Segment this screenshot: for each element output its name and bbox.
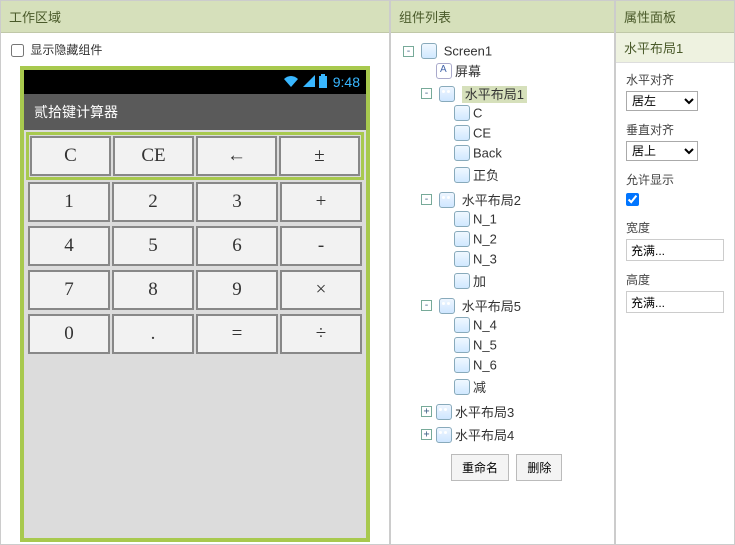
tree-screen1[interactable]: Screen1 bbox=[444, 44, 492, 59]
toggle-layout1[interactable]: - bbox=[421, 88, 432, 99]
calc-key-3[interactable]: 3 bbox=[196, 182, 278, 222]
delete-button[interactable]: 删除 bbox=[516, 454, 562, 481]
comp-icon bbox=[454, 317, 470, 333]
props-target: 水平布局1 bbox=[616, 33, 734, 63]
width-label: 宽度 bbox=[626, 219, 724, 236]
tree-n3[interactable]: N_3 bbox=[473, 252, 497, 267]
calc-key-minus[interactable]: - bbox=[280, 226, 362, 266]
show-hidden-row: 显示隐藏组件 bbox=[11, 41, 379, 58]
tree-layout5[interactable]: 水平布局5 bbox=[462, 299, 521, 314]
calc-key-plusminus[interactable]: ± bbox=[279, 136, 360, 176]
comp-icon bbox=[454, 125, 470, 141]
tree-n2[interactable]: N_2 bbox=[473, 232, 497, 247]
tree-n1[interactable]: N_1 bbox=[473, 212, 497, 227]
tree-add[interactable]: 加 bbox=[473, 274, 486, 289]
tree-pm[interactable]: 正负 bbox=[473, 168, 499, 183]
tree-c[interactable]: C bbox=[473, 106, 482, 121]
layout-icon bbox=[439, 298, 455, 314]
calc-key-9[interactable]: 9 bbox=[196, 270, 278, 310]
app-title-bar: 贰拾键计算器 bbox=[24, 94, 366, 130]
screen-empty-area bbox=[26, 356, 364, 536]
comp-icon bbox=[454, 379, 470, 395]
component-tree: - Screen1 屏幕 - 水平布局1 C CE Back bbox=[391, 33, 614, 544]
calc-key-plus[interactable]: + bbox=[280, 182, 362, 222]
comp-icon bbox=[454, 251, 470, 267]
tree-back[interactable]: Back bbox=[473, 146, 502, 161]
comp-icon bbox=[454, 145, 470, 161]
calc-row-1[interactable]: 1 2 3 + bbox=[26, 180, 364, 224]
comp-icon bbox=[454, 105, 470, 121]
tree-layout4[interactable]: 水平布局4 bbox=[455, 428, 514, 443]
tree-layout2[interactable]: 水平布局2 bbox=[462, 193, 521, 208]
allow-show-checkbox[interactable] bbox=[626, 193, 639, 206]
comp-icon bbox=[454, 231, 470, 247]
height-input[interactable] bbox=[626, 291, 724, 313]
calc-row-2[interactable]: 4 5 6 - bbox=[26, 224, 364, 268]
valign-select[interactable]: 居上 bbox=[626, 141, 698, 161]
calc-key-0[interactable]: 0 bbox=[28, 314, 110, 354]
calc-key-ce[interactable]: CE bbox=[113, 136, 194, 176]
height-label: 高度 bbox=[626, 271, 724, 288]
blank bbox=[421, 65, 432, 76]
calculator-screen[interactable]: C CE ← ± 1 2 3 + 4 5 bbox=[24, 130, 366, 538]
calc-row-3[interactable]: 7 8 9 × bbox=[26, 268, 364, 312]
show-hidden-checkbox[interactable] bbox=[11, 44, 24, 57]
tree-layout1[interactable]: 水平布局1 bbox=[462, 86, 527, 103]
toggle-screen1[interactable]: - bbox=[403, 46, 414, 57]
work-panel-header: 工作区域 bbox=[1, 1, 389, 33]
comp-icon bbox=[454, 211, 470, 227]
layout-icon bbox=[436, 404, 452, 420]
layout-icon bbox=[439, 86, 455, 102]
signal-icon bbox=[303, 75, 315, 90]
calc-row-0[interactable]: C CE ← ± bbox=[26, 132, 364, 180]
tree-ce[interactable]: CE bbox=[473, 126, 491, 141]
wifi-icon bbox=[283, 75, 299, 90]
comp-icon bbox=[454, 337, 470, 353]
halign-select[interactable]: 居左 bbox=[626, 91, 698, 111]
tree-n4[interactable]: N_4 bbox=[473, 318, 497, 333]
tree-screen-sub[interactable]: 屏幕 bbox=[455, 64, 481, 79]
calc-key-1[interactable]: 1 bbox=[28, 182, 110, 222]
props-panel-header: 属性面板 bbox=[616, 1, 734, 33]
toggle-layout5[interactable]: - bbox=[421, 300, 432, 311]
calc-key-divide[interactable]: ÷ bbox=[280, 314, 362, 354]
calc-key-2[interactable]: 2 bbox=[112, 182, 194, 222]
comp-icon bbox=[454, 167, 470, 183]
width-input[interactable] bbox=[626, 239, 724, 261]
halign-label: 水平对齐 bbox=[626, 71, 724, 88]
toggle-layout3[interactable]: + bbox=[421, 406, 432, 417]
calc-key-8[interactable]: 8 bbox=[112, 270, 194, 310]
phone-frame: 9:48 贰拾键计算器 C CE ← ± 1 2 3 bbox=[20, 66, 370, 542]
toggle-layout4[interactable]: + bbox=[421, 429, 432, 440]
status-bar: 9:48 bbox=[24, 70, 366, 94]
calc-key-6[interactable]: 6 bbox=[196, 226, 278, 266]
tree-layout3[interactable]: 水平布局3 bbox=[455, 405, 514, 420]
tree-panel-header: 组件列表 bbox=[391, 1, 614, 33]
tree-n5[interactable]: N_5 bbox=[473, 338, 497, 353]
text-icon bbox=[436, 63, 452, 79]
calc-key-c[interactable]: C bbox=[30, 136, 111, 176]
calc-key-back[interactable]: ← bbox=[196, 136, 277, 176]
valign-label: 垂直对齐 bbox=[626, 121, 724, 138]
calc-key-equals[interactable]: = bbox=[196, 314, 278, 354]
comp-icon bbox=[454, 273, 470, 289]
screen-icon bbox=[421, 43, 437, 59]
calc-key-dot[interactable]: . bbox=[112, 314, 194, 354]
battery-icon bbox=[319, 74, 327, 91]
comp-icon bbox=[454, 357, 470, 373]
toggle-layout2[interactable]: - bbox=[421, 194, 432, 205]
allow-show-label: 允许显示 bbox=[626, 171, 724, 188]
status-clock: 9:48 bbox=[333, 74, 360, 90]
tree-n6[interactable]: N_6 bbox=[473, 358, 497, 373]
layout-icon bbox=[439, 192, 455, 208]
calc-key-5[interactable]: 5 bbox=[112, 226, 194, 266]
rename-button[interactable]: 重命名 bbox=[451, 454, 509, 481]
show-hidden-label: 显示隐藏组件 bbox=[30, 43, 102, 57]
calc-key-7[interactable]: 7 bbox=[28, 270, 110, 310]
calc-key-multiply[interactable]: × bbox=[280, 270, 362, 310]
layout-icon bbox=[436, 427, 452, 443]
calc-key-4[interactable]: 4 bbox=[28, 226, 110, 266]
tree-sub[interactable]: 减 bbox=[473, 380, 486, 395]
calc-row-4[interactable]: 0 . = ÷ bbox=[26, 312, 364, 356]
